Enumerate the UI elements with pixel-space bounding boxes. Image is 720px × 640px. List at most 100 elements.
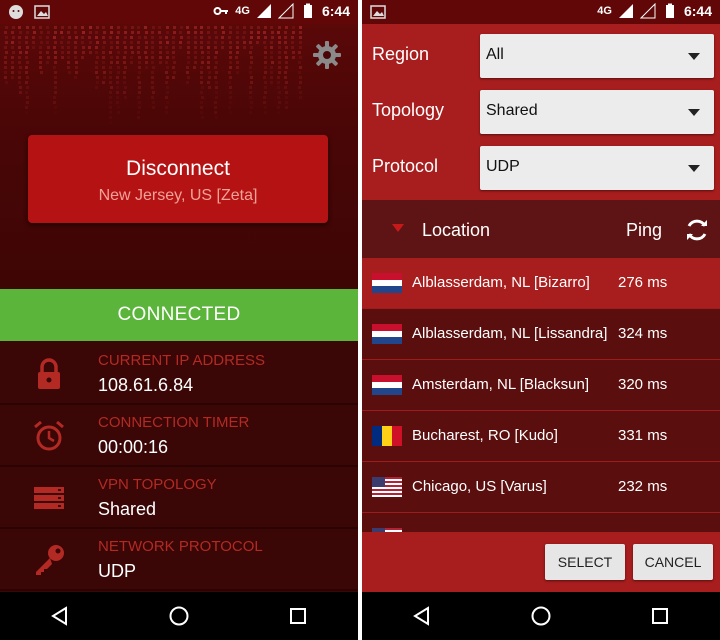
- back-triangle-icon: [50, 606, 67, 626]
- server-name: Alblasserdam, NL [Lissandra]: [412, 325, 608, 342]
- server-location: New Jersey, US [Zeta]: [98, 187, 258, 204]
- image-icon: [370, 5, 386, 19]
- android-icon: [9, 5, 23, 19]
- filter-label: Region: [372, 44, 430, 64]
- navigation-bar: [362, 592, 720, 640]
- back-button[interactable]: [40, 596, 80, 636]
- network-type: 4G: [235, 5, 250, 17]
- sort-arrow-icon[interactable]: [392, 224, 404, 232]
- key-icon: [36, 545, 64, 575]
- us-flag-icon: [372, 477, 402, 497]
- filter-label: Topology: [372, 100, 445, 120]
- filter-row-topology: Topology Shared: [362, 88, 720, 136]
- connection-info-list: CURRENT IP ADDRESS 108.61.6.84 CONNECTIO…: [0, 343, 358, 591]
- server-list-header: Location Ping: [362, 200, 720, 258]
- topology-dropdown[interactable]: Shared: [480, 90, 714, 134]
- server-row[interactable]: Alblasserdam, NL [Bizarro] 276 ms: [362, 258, 720, 309]
- back-triangle-icon: [412, 606, 429, 626]
- clock: 6:44: [683, 3, 712, 19]
- filter-row-protocol: Protocol UDP: [362, 144, 720, 192]
- server-ping: 276 ms: [618, 274, 668, 291]
- recents-button[interactable]: [640, 596, 680, 636]
- hero-panel: Disconnect New Jersey, US [Zeta]: [0, 24, 358, 289]
- dropdown-arrow-icon: [688, 165, 700, 172]
- vpn-key-icon: [213, 7, 229, 15]
- server-ping: 320 ms: [618, 376, 668, 393]
- info-value: 00:00:16: [98, 437, 169, 457]
- server-name: Amsterdam, NL [Blacksun]: [412, 376, 590, 393]
- server-row[interactable]: Bucharest, RO [Kudo] 331 ms: [362, 411, 720, 462]
- image-icon: [34, 5, 50, 19]
- protocol-dropdown[interactable]: UDP: [480, 146, 714, 190]
- dialog-button-bar: SELECT CANCEL: [362, 532, 720, 592]
- refresh-icon[interactable]: [684, 217, 710, 243]
- dropdown-value: Shared: [486, 102, 538, 119]
- home-button[interactable]: [521, 596, 561, 636]
- lock-icon: [38, 358, 60, 389]
- recents-button[interactable]: [278, 596, 318, 636]
- netherlands-flag-icon: [372, 375, 402, 395]
- server-row-partial[interactable]: [362, 513, 720, 532]
- dropdown-arrow-icon: [688, 53, 700, 60]
- info-value: Shared: [98, 499, 157, 519]
- settings-gear-icon[interactable]: [312, 40, 342, 70]
- dropdown-value: All: [486, 46, 504, 63]
- home-button[interactable]: [159, 596, 199, 636]
- server-ping: 232 ms: [618, 478, 668, 495]
- info-row-timer: CONNECTION TIMER 00:00:16: [0, 405, 358, 467]
- recents-square-icon: [652, 608, 669, 624]
- battery-icon: [303, 3, 312, 18]
- dropdown-value: UDP: [486, 158, 520, 175]
- netherlands-flag-icon: [372, 324, 402, 344]
- server-ping: 324 ms: [618, 325, 668, 342]
- server-stack-icon: [34, 487, 64, 509]
- server-selection-screen: 4G 6:44 Region All Topology Shared Proto…: [362, 0, 720, 640]
- battery-icon: [665, 3, 674, 18]
- navigation-bar: [0, 592, 358, 640]
- server-row[interactable]: Amsterdam, NL [Blacksun] 320 ms: [362, 360, 720, 411]
- info-value: 108.61.6.84: [98, 375, 194, 395]
- alarm-clock-icon: [34, 420, 64, 451]
- info-label: CURRENT IP ADDRESS: [98, 352, 265, 369]
- network-type: 4G: [597, 5, 612, 17]
- home-circle-icon: [531, 606, 551, 626]
- info-row-protocol: NETWORK PROTOCOL UDP: [0, 529, 358, 591]
- recents-square-icon: [290, 608, 307, 624]
- romania-flag-icon: [372, 426, 402, 446]
- info-row-ip: CURRENT IP ADDRESS 108.61.6.84: [0, 343, 358, 405]
- region-dropdown[interactable]: All: [480, 34, 714, 78]
- server-ping: 331 ms: [618, 427, 668, 444]
- status-bar: 4G 6:44: [0, 0, 358, 24]
- server-row[interactable]: Alblasserdam, NL [Lissandra] 324 ms: [362, 309, 720, 360]
- server-name: Chicago, US [Varus]: [412, 478, 547, 495]
- signal-icon: [618, 4, 633, 18]
- server-list: Alblasserdam, NL [Bizarro] 276 ms Alblas…: [362, 258, 720, 532]
- location-column-header[interactable]: Location: [422, 220, 490, 241]
- clock: 6:44: [321, 3, 350, 19]
- home-circle-icon: [169, 606, 189, 626]
- info-label: NETWORK PROTOCOL: [98, 538, 263, 555]
- back-button[interactable]: [402, 596, 442, 636]
- signal-icon: [256, 4, 271, 18]
- vpn-main-screen: 4G 6:44 Disconnect New Jersey, US [Zeta]…: [0, 0, 358, 640]
- server-row[interactable]: Chicago, US [Varus] 232 ms: [362, 462, 720, 513]
- disconnect-button[interactable]: Disconnect New Jersey, US [Zeta]: [28, 135, 328, 223]
- info-label: CONNECTION TIMER: [98, 414, 250, 431]
- signal-empty-icon: [277, 3, 294, 19]
- filter-row-region: Region All: [362, 32, 720, 80]
- info-value: UDP: [98, 561, 137, 581]
- netherlands-flag-icon: [372, 273, 402, 293]
- server-name: Alblasserdam, NL [Bizarro]: [412, 274, 590, 291]
- disconnect-label: Disconnect: [126, 157, 230, 180]
- filter-panel: Region All Topology Shared Protocol UDP: [362, 24, 720, 200]
- cancel-button[interactable]: CANCEL: [633, 544, 713, 580]
- info-label: VPN TOPOLOGY: [98, 476, 217, 493]
- matrix-rain-decoration: [4, 26, 302, 124]
- server-name: Bucharest, RO [Kudo]: [412, 427, 558, 444]
- ping-column-header[interactable]: Ping: [626, 220, 662, 241]
- signal-empty-icon: [639, 3, 656, 19]
- status-bar: 4G 6:44: [362, 0, 720, 24]
- select-button[interactable]: SELECT: [545, 544, 625, 580]
- connection-status-banner: CONNECTED: [0, 289, 358, 341]
- filter-label: Protocol: [372, 156, 439, 176]
